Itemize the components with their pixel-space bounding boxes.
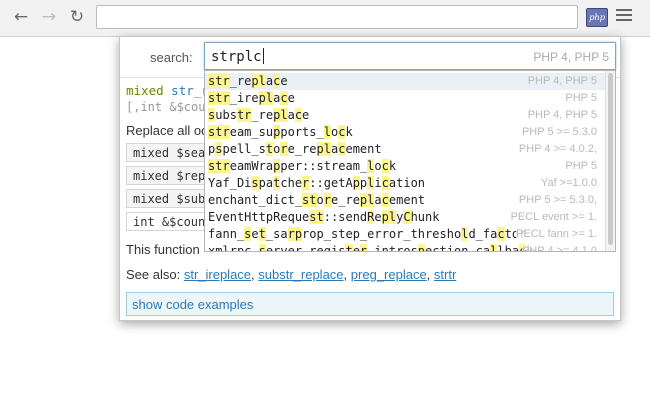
suggestion-name: fann_set_sarprop_step_error_threshold_fa… (208, 227, 526, 241)
suggestion-name: Yaf_Dispatcher::getApplication (208, 176, 426, 190)
return-type: mixed (126, 83, 164, 98)
address-bar[interactable] (96, 5, 578, 29)
signature-params: [,int &$cou (126, 100, 206, 114)
link-strtr[interactable]: strtr (434, 267, 456, 282)
suggestion-name: EventHttpRequest::sendReplyChunk (208, 210, 440, 224)
suggestion-version: Yaf >=1.0.0 (540, 177, 597, 189)
suggestion-version: PHP 5 >= 5.3.0 (521, 126, 597, 138)
suggestion-version: PHP 5 (565, 160, 597, 172)
back-arrow-icon[interactable]: ← (10, 6, 32, 28)
scrollbar-thumb[interactable] (608, 73, 613, 245)
php-extension-label: php (589, 12, 605, 23)
php-extension-button[interactable]: php (586, 8, 608, 27)
text-caret (262, 48, 264, 64)
function-return-desc: This function (126, 242, 200, 257)
suggestion-name: pspell_store_replacement (208, 142, 382, 156)
menu-icon[interactable] (616, 9, 632, 25)
suggestion-name: str_replace (208, 74, 288, 88)
see-also-label: See also: (126, 267, 181, 282)
suggestion-version: PHP 5 (565, 92, 597, 104)
suggestion-dropdown: str_replace PHP 4, PHP 5 str_ireplace PHP 5… (204, 70, 616, 252)
show-code-examples-button[interactable]: show code examples (126, 292, 614, 316)
suggestion-row[interactable]: Yaf_Dispatcher::getApplication Yaf >=1.0.… (205, 175, 605, 192)
suggestion-version: PECL fann >= 1. (516, 228, 597, 240)
suggestion-name: enchant_dict_store_replacement (208, 193, 426, 207)
search-input[interactable]: strplc PHP 4, PHP 5 (204, 42, 616, 70)
link-separator: , (343, 267, 351, 282)
link-separator: , (426, 267, 434, 282)
suggestion-name: substr_replace (208, 108, 310, 122)
see-also: See also: str_ireplace, substr_replace, … (126, 267, 456, 282)
suggestion-version: PHP 4 >= 4.0.2, (518, 143, 597, 155)
forward-arrow-icon[interactable]: → (38, 6, 60, 28)
suggestion-row[interactable]: substr_replace PHP 4, PHP 5 (205, 107, 605, 124)
suggestion-name: stream_supports_lock (208, 125, 353, 139)
link-preg-replace[interactable]: preg_replace (351, 267, 427, 282)
suggestion-row[interactable]: str_replace PHP 4, PHP 5 (205, 73, 605, 90)
suggestion-row[interactable]: str_ireplace PHP 5 (205, 90, 605, 107)
browser-toolbar: ← → ↻ php (0, 0, 650, 37)
suggestion-row[interactable]: stream_supports_lock PHP 5 >= 5.3.0 (205, 124, 605, 141)
function-signature: mixed str_r (126, 83, 209, 98)
suggestion-version: PHP 4, PHP 5 (527, 109, 597, 121)
function-description: Replace all oc (126, 123, 208, 138)
suggestion-name: xmlrpc_server_register_introspection_cal… (208, 244, 534, 251)
suggestion-row[interactable]: streamWrapper::stream_lock PHP 5 (205, 158, 605, 175)
php-docs-popup: search: strplc PHP 4, PHP 5 mixed str_r … (119, 36, 621, 321)
suggestion-row[interactable]: EventHttpRequest::sendReplyChunk PECL eve… (205, 209, 605, 226)
suggestion-row[interactable]: fann_set_sarprop_step_error_threshold_fa… (205, 226, 605, 243)
suggestion-row[interactable]: xmlrpc_server_register_introspection_cal… (205, 243, 605, 251)
reload-icon[interactable]: ↻ (66, 6, 88, 28)
suggestion-version: PHP 5 >= 5.3.0, (518, 194, 597, 206)
suggestion-row[interactable]: pspell_store_replacement PHP 4 >= 4.0.2, (205, 141, 605, 158)
suggestion-name: str_ireplace (208, 91, 295, 105)
suggestion-version: PHP 4 >= 4.1.0 (521, 245, 597, 251)
suggestion-version: PECL event >= 1. (510, 211, 597, 223)
dropdown-scrollbar[interactable] (605, 71, 615, 251)
search-version-hint: PHP 4, PHP 5 (533, 50, 609, 64)
suggestion-name: streamWrapper::stream_lock (208, 159, 397, 173)
link-str-ireplace[interactable]: str_ireplace (184, 267, 251, 282)
suggestion-version: PHP 4, PHP 5 (527, 75, 597, 87)
search-input-value: strplc (211, 49, 262, 65)
search-label: search: (150, 50, 193, 65)
link-substr-replace[interactable]: substr_replace (258, 267, 343, 282)
suggestion-row[interactable]: enchant_dict_store_replacement PHP 5 >= 5… (205, 192, 605, 209)
